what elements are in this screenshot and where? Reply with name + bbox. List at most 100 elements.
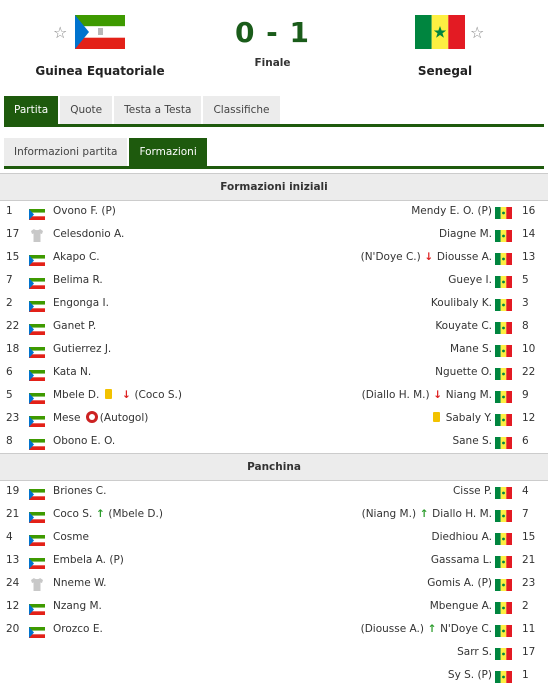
home-player-name[interactable]: Ovono F. (P) [53, 205, 116, 217]
home-player[interactable]: Celesdonio A. [53, 223, 124, 246]
tab-partita[interactable]: Partita [4, 96, 59, 124]
away-player[interactable]: (Diousse A.) ↑ N'Doye C. [361, 618, 492, 641]
tab-informazioni-partita[interactable]: Informazioni partita [4, 138, 128, 166]
away-sub-player[interactable]: (N'Doye C.) [361, 251, 421, 263]
away-player-name[interactable]: Cisse P. [453, 485, 492, 497]
home-player-name[interactable]: Gutierrez J. [53, 343, 111, 355]
away-player[interactable]: Cisse P. [453, 480, 492, 503]
away-team-name[interactable]: Senegal [365, 64, 525, 78]
tab-testa-a-testa[interactable]: Testa a Testa [114, 96, 202, 124]
home-player-name[interactable]: Embela A. (P) [53, 554, 124, 566]
home-player-name[interactable]: Engonga I. [53, 297, 109, 309]
away-player-name[interactable]: Gueye I. [448, 274, 492, 286]
home-player[interactable]: Orozco E. [53, 618, 103, 641]
away-player-name[interactable]: Mane S. [450, 343, 492, 355]
home-sub-player[interactable]: (Coco S.) [134, 389, 182, 401]
home-team-name[interactable]: Guinea Equatoriale [20, 64, 180, 78]
away-sub-player[interactable]: (Niang M.) [362, 508, 416, 520]
home-player[interactable]: Kata N. [53, 361, 91, 384]
away-player-name[interactable]: Mbengue A. [430, 600, 492, 612]
home-player[interactable]: Ovono F. (P) [53, 200, 116, 223]
away-player[interactable]: (Diallo H. M.) ↓ Niang M. [362, 384, 492, 407]
home-player[interactable]: Mese (Autogol) [53, 407, 148, 430]
home-player[interactable]: Akapo C. [53, 246, 100, 269]
home-player-name[interactable]: Mbele D. [53, 389, 99, 401]
home-player-name[interactable]: Orozco E. [53, 623, 103, 635]
away-player[interactable]: Diagne M. [439, 223, 492, 246]
away-player-name[interactable]: Diagne M. [439, 228, 492, 240]
away-player[interactable]: Sane S. [452, 430, 492, 453]
away-player[interactable]: Mendy E. O. (P) [411, 200, 492, 223]
home-player-name[interactable]: Nzang M. [53, 600, 102, 612]
away-player-name[interactable]: Sabaly Y. [446, 412, 492, 424]
home-player[interactable]: Cosme [53, 526, 89, 549]
main-tabs: Partita Quote Testa a Testa Classifiche [4, 96, 544, 127]
away-player[interactable]: Sy S. (P) [448, 664, 492, 687]
away-player[interactable]: Kouyate C. [435, 315, 492, 338]
home-player[interactable]: Ganet P. [53, 315, 96, 338]
away-player-name[interactable]: Diallo H. M. [432, 508, 492, 520]
home-player-name[interactable]: Kata N. [53, 366, 91, 378]
home-player[interactable]: Coco S. ↑ (Mbele D.) [53, 503, 163, 526]
away-player-name[interactable]: Sy S. (P) [448, 669, 492, 681]
away-player[interactable]: Sabaly Y. [427, 407, 492, 430]
home-player-name[interactable]: Cosme [53, 531, 89, 543]
away-player-name[interactable]: Mendy E. O. (P) [411, 205, 492, 217]
home-player[interactable]: Nneme W. [53, 572, 107, 595]
away-player-name[interactable]: Gassama L. [431, 554, 492, 566]
away-player-name[interactable]: Diedhiou A. [432, 531, 492, 543]
home-player-number: 19 [6, 485, 20, 497]
home-player-name[interactable]: Celesdonio A. [53, 228, 124, 240]
favorite-star-icon[interactable]: ☆ [53, 25, 67, 41]
away-sub-player[interactable]: (Diallo H. M.) [362, 389, 430, 401]
away-player-name[interactable]: Gomis A. (P) [427, 577, 492, 589]
away-player-name[interactable]: Koulibaly K. [431, 297, 492, 309]
away-player[interactable]: Mane S. [450, 338, 492, 361]
home-player[interactable]: Mbele D. ↓ (Coco S.) [53, 384, 182, 407]
away-player[interactable]: Sarr S. [457, 641, 492, 664]
away-player[interactable]: Diedhiou A. [432, 526, 492, 549]
away-player-name[interactable]: Kouyate C. [435, 320, 492, 332]
away-team[interactable]: ☆ Senegal [365, 10, 525, 78]
tab-quote[interactable]: Quote [60, 96, 113, 124]
home-sub-player[interactable]: (Mbele D.) [108, 508, 163, 520]
away-player[interactable]: (N'Doye C.) ↓ Diousse A. [361, 246, 492, 269]
favorite-star-icon[interactable]: ☆ [470, 25, 484, 41]
home-team[interactable]: ☆ Guinea Equatoriale [20, 10, 180, 78]
home-player-name[interactable]: Ganet P. [53, 320, 96, 332]
tab-formazioni[interactable]: Formazioni [129, 138, 207, 166]
away-player[interactable]: (Niang M.) ↑ Diallo H. M. [362, 503, 492, 526]
away-player[interactable]: Gassama L. [431, 549, 492, 572]
home-player-name[interactable]: Nneme W. [53, 577, 107, 589]
home-player[interactable]: Engonga I. [53, 292, 109, 315]
away-player-name[interactable]: Nguette O. [435, 366, 492, 378]
away-player[interactable]: Gueye I. [448, 269, 492, 292]
home-player-name[interactable]: Coco S. [53, 508, 92, 520]
player-row: Sarr S. 17 [0, 641, 548, 664]
player-row: 24 Nneme W. Gomis A. (P) 23 [0, 572, 548, 595]
home-flag-icon [29, 390, 45, 404]
away-player[interactable]: Nguette O. [435, 361, 492, 384]
home-player-name[interactable]: Obono E. O. [53, 435, 115, 447]
home-flag-icon [29, 532, 45, 546]
away-player-name[interactable]: Niang M. [446, 389, 492, 401]
home-player-name[interactable]: Akapo C. [53, 251, 100, 263]
home-player[interactable]: Belima R. [53, 269, 103, 292]
away-player[interactable]: Mbengue A. [430, 595, 492, 618]
away-player[interactable]: Koulibaly K. [431, 292, 492, 315]
away-player-name[interactable]: Sane S. [452, 435, 492, 447]
tab-classifiche[interactable]: Classifiche [203, 96, 280, 124]
home-player[interactable]: Obono E. O. [53, 430, 115, 453]
away-sub-player[interactable]: (Diousse A.) [361, 623, 424, 635]
home-player-name[interactable]: Mese [53, 412, 80, 424]
home-player[interactable]: Nzang M. [53, 595, 102, 618]
away-player-name[interactable]: Diousse A. [437, 251, 492, 263]
home-player-name[interactable]: Belima R. [53, 274, 103, 286]
away-player[interactable]: Gomis A. (P) [427, 572, 492, 595]
away-player-name[interactable]: Sarr S. [457, 646, 492, 658]
home-player[interactable]: Briones C. [53, 480, 106, 503]
away-player-name[interactable]: N'Doye C. [440, 623, 492, 635]
home-player-name[interactable]: Briones C. [53, 485, 106, 497]
home-player[interactable]: Embela A. (P) [53, 549, 124, 572]
home-player[interactable]: Gutierrez J. [53, 338, 111, 361]
